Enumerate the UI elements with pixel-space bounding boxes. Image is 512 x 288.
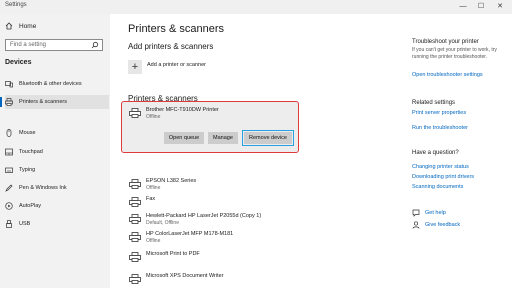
printer-name: Brother MFC-T910DW Printer <box>146 107 219 113</box>
printer-name: Hewlett-Packard HP LaserJet P2055d (Copy… <box>146 213 262 219</box>
sidebar-item-bluetooth[interactable]: Bluetooth & other devices <box>5 77 109 91</box>
printer-icon <box>129 232 141 242</box>
printer-icon <box>129 108 141 118</box>
sidebar-item-autoplay[interactable]: AutoPlay <box>5 199 109 213</box>
printer-name: HP ColorLaserJet MFP M178-M181 <box>146 231 234 237</box>
manage-button[interactable]: Manage <box>208 132 238 144</box>
question-heading: Have a question? <box>412 150 459 156</box>
search-input[interactable]: Find a setting <box>5 39 103 51</box>
give-feedback-row[interactable]: Give feedback <box>412 221 460 229</box>
sidebar-item-mouse[interactable]: Mouse <box>5 126 109 140</box>
get-help-row[interactable]: Get help <box>412 209 446 217</box>
sidebar-item-touchpad[interactable]: Touchpad <box>5 145 109 159</box>
minimize-button[interactable]: — <box>456 1 470 12</box>
printer-item-xps[interactable]: Microsoft XPS Document Writer <box>129 272 299 288</box>
printer-icon <box>129 179 141 189</box>
printer-item-hp-laserjet[interactable]: Hewlett-Packard HP LaserJet P2055d (Copy… <box>129 212 299 230</box>
main-content: Printers & scanners Add printers & scann… <box>110 14 400 288</box>
sidebar-item-label: Pen & Windows Ink <box>19 185 67 191</box>
printer-name: EPSON L382 Series <box>146 178 197 184</box>
scanning-documents-link[interactable]: Scanning documents <box>412 184 463 190</box>
search-icon <box>91 41 99 49</box>
printer-name: Fax <box>146 196 156 202</box>
downloading-drivers-link[interactable]: Downloading print drivers <box>412 174 474 180</box>
printer-status: Default, Offline <box>146 220 179 226</box>
add-printer-label[interactable]: Add a printer or scanner <box>147 62 206 68</box>
home-icon <box>5 22 13 30</box>
printer-item-fax[interactable]: Fax <box>129 195 299 213</box>
maximize-button[interactable]: ☐ <box>474 1 488 12</box>
sidebar-item-usb[interactable]: USB <box>5 217 109 231</box>
run-troubleshooter-link[interactable]: Run the troubleshooter <box>412 125 468 131</box>
sidebar: Home Find a setting Devices Bluetooth & … <box>0 14 110 288</box>
sidebar-section-devices: Devices <box>5 59 32 66</box>
autoplay-icon <box>5 202 13 210</box>
printer-status: Offline <box>146 238 161 244</box>
printer-item-pdf[interactable]: Microsoft Print to PDF <box>129 250 299 268</box>
printer-name: Microsoft XPS Document Writer <box>146 273 224 279</box>
window-title: Settings <box>5 2 27 8</box>
sidebar-item-label: Bluetooth & other devices <box>19 81 82 87</box>
sidebar-item-label: AutoPlay <box>19 203 42 209</box>
usb-icon <box>6 220 12 228</box>
printer-icon <box>129 214 141 224</box>
sidebar-item-label: Typing <box>19 167 36 173</box>
printer-icon <box>129 274 141 284</box>
title-bar: Settings — ☐ ✕ <box>0 0 512 14</box>
troubleshoot-heading: Troubleshoot your printer <box>412 39 479 45</box>
sidebar-item-printers[interactable]: Printers & scanners <box>0 95 109 109</box>
related-panel: Troubleshoot your printer If you can't g… <box>408 14 512 288</box>
printer-item-hp-color[interactable]: HP ColorLaserJet MFP M178-M181 Offline <box>129 230 299 248</box>
sidebar-item-label: USB <box>19 221 31 227</box>
page-title: Printers & scanners <box>128 23 224 35</box>
get-help-link[interactable]: Get help <box>425 210 446 216</box>
close-button[interactable]: ✕ <box>493 1 507 12</box>
sidebar-home[interactable]: Home <box>5 22 36 30</box>
add-section-heading: Add printers & scanners <box>128 42 214 51</box>
sidebar-item-pen[interactable]: Pen & Windows Ink <box>5 181 109 195</box>
sidebar-item-label: Printers & scanners <box>19 99 67 105</box>
sidebar-home-label: Home <box>19 22 37 30</box>
keyboard-icon <box>5 167 13 173</box>
feedback-icon <box>412 221 420 229</box>
pen-icon <box>5 184 13 192</box>
mouse-icon <box>6 129 12 137</box>
printer-name: Microsoft Print to PDF <box>146 251 200 257</box>
printer-status: Offline <box>146 114 161 120</box>
related-settings-heading: Related settings <box>412 100 456 106</box>
troubleshoot-text: If you can't get your printer to work, t… <box>412 47 497 60</box>
printer-item-epson[interactable]: EPSON L382 Series Offline <box>129 177 299 195</box>
printer-item-brother[interactable]: Brother MFC-T910DW Printer Offline <box>129 106 299 124</box>
fax-icon <box>129 197 141 207</box>
give-feedback-link[interactable]: Give feedback <box>425 222 460 228</box>
remove-device-button[interactable]: Remove device <box>242 130 294 146</box>
printer-status: Offline <box>146 185 161 191</box>
print-server-properties-link[interactable]: Print server properties <box>412 110 466 116</box>
bluetooth-icon <box>5 81 13 88</box>
help-icon <box>412 209 420 217</box>
sidebar-item-typing[interactable]: Typing <box>5 163 109 177</box>
add-printer-button[interactable]: + <box>128 60 142 74</box>
printer-icon <box>5 98 13 106</box>
printer-icon <box>129 252 141 262</box>
troubleshooter-settings-link[interactable]: Open troubleshooter settings <box>412 72 483 78</box>
touchpad-icon <box>5 148 13 156</box>
changing-printer-status-link[interactable]: Changing printer status <box>412 164 469 170</box>
sidebar-item-label: Mouse <box>19 130 36 136</box>
open-queue-button[interactable]: Open queue <box>164 132 204 144</box>
search-placeholder: Find a setting <box>10 42 47 48</box>
sidebar-item-label: Touchpad <box>19 149 43 155</box>
